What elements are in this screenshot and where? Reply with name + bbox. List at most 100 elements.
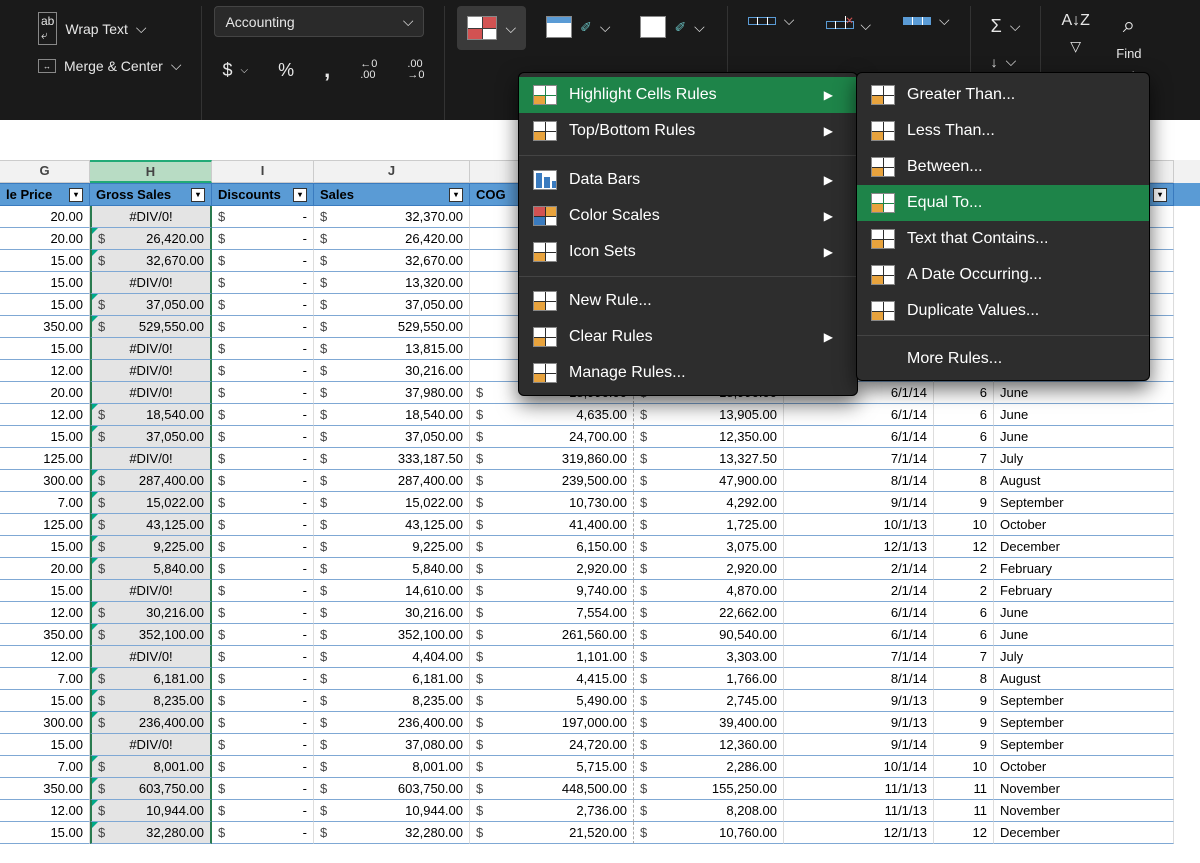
cell[interactable]: 15.00 (0, 294, 90, 316)
cell[interactable]: $4,404.00 (314, 646, 470, 668)
menu-item-more-rules[interactable]: More Rules... (857, 342, 1149, 376)
filter-dropdown-icon[interactable]: ▾ (191, 188, 205, 202)
cell[interactable]: $4,292.00 (634, 492, 784, 514)
cell[interactable]: $- (212, 778, 314, 800)
cell[interactable]: $24,700.00 (470, 426, 634, 448)
cell[interactable]: $- (212, 404, 314, 426)
cell[interactable]: $32,370.00 (314, 206, 470, 228)
cell[interactable]: 7.00 (0, 756, 90, 778)
cell[interactable]: October (994, 514, 1174, 536)
cell[interactable]: $13,327.50 (634, 448, 784, 470)
column-header-H[interactable]: H (90, 160, 212, 183)
cell[interactable]: $261,560.00 (470, 624, 634, 646)
cell[interactable]: $9,225.00 (314, 536, 470, 558)
format-table-button[interactable]: ✐ ⌵ (536, 6, 620, 48)
cell[interactable]: $3,303.00 (634, 646, 784, 668)
cell[interactable]: 7 (934, 646, 994, 668)
cell[interactable]: $- (212, 514, 314, 536)
cell[interactable]: $13,320.00 (314, 272, 470, 294)
cell[interactable]: $287,400.00 (314, 470, 470, 492)
cell[interactable]: 9 (934, 734, 994, 756)
cell[interactable]: 9/1/13 (784, 690, 934, 712)
cell[interactable]: 6 (934, 382, 994, 404)
menu-item-data-bars[interactable]: Data Bars▶ (519, 162, 857, 198)
cell[interactable]: $- (212, 646, 314, 668)
cell[interactable]: $43,125.00 (90, 514, 212, 536)
cell[interactable]: 12/1/13 (784, 536, 934, 558)
cell[interactable]: 6 (934, 426, 994, 448)
cell[interactable]: $3,075.00 (634, 536, 784, 558)
cell[interactable]: $32,280.00 (90, 822, 212, 844)
cell[interactable]: December (994, 536, 1174, 558)
cell[interactable]: 2 (934, 580, 994, 602)
cell[interactable]: 350.00 (0, 624, 90, 646)
cell[interactable]: 9/1/14 (784, 492, 934, 514)
cell[interactable]: $- (212, 470, 314, 492)
cell[interactable]: $8,235.00 (90, 690, 212, 712)
cell[interactable]: $8,235.00 (314, 690, 470, 712)
delete-button[interactable]: ⌵ (818, 6, 879, 44)
cell[interactable]: $30,216.00 (314, 360, 470, 382)
cell[interactable]: $4,415.00 (470, 668, 634, 690)
cell[interactable]: $- (212, 668, 314, 690)
format-button[interactable]: ⌵ (895, 6, 958, 35)
cell[interactable]: 15.00 (0, 580, 90, 602)
cell[interactable]: 12.00 (0, 800, 90, 822)
cell[interactable]: $- (212, 492, 314, 514)
cell[interactable]: 10/1/14 (784, 756, 934, 778)
cell[interactable]: 12/1/13 (784, 822, 934, 844)
cell[interactable]: November (994, 778, 1174, 800)
cell[interactable]: 8/1/14 (784, 470, 934, 492)
cell[interactable]: $10,944.00 (90, 800, 212, 822)
cell[interactable]: $10,760.00 (634, 822, 784, 844)
cell[interactable]: $37,050.00 (314, 294, 470, 316)
cell[interactable]: $5,840.00 (314, 558, 470, 580)
cell[interactable]: June (994, 404, 1174, 426)
cell[interactable]: $37,980.00 (314, 382, 470, 404)
cell[interactable]: August (994, 668, 1174, 690)
cell[interactable]: $- (212, 294, 314, 316)
cell[interactable]: $8,001.00 (314, 756, 470, 778)
cell[interactable]: $287,400.00 (90, 470, 212, 492)
cell[interactable]: $6,181.00 (314, 668, 470, 690)
cell[interactable]: $24,720.00 (470, 734, 634, 756)
cell[interactable]: 9/1/14 (784, 734, 934, 756)
cell[interactable]: $47,900.00 (634, 470, 784, 492)
cell[interactable]: $37,050.00 (90, 294, 212, 316)
cell[interactable]: $10,730.00 (470, 492, 634, 514)
accounting-format-button[interactable]: $ ⌵ (214, 54, 256, 87)
cell[interactable]: $8,001.00 (90, 756, 212, 778)
cell[interactable]: $7,554.00 (470, 602, 634, 624)
insert-button[interactable]: ⌵ (740, 6, 803, 35)
cell[interactable]: 11/1/13 (784, 778, 934, 800)
cell[interactable]: $37,050.00 (314, 426, 470, 448)
table-header-2[interactable]: Discounts▾ (212, 183, 314, 206)
cell[interactable]: 9 (934, 712, 994, 734)
merge-center-button[interactable]: ↔ Merge & Center ⌵ (30, 51, 189, 80)
cell[interactable]: 6 (934, 602, 994, 624)
conditional-formatting-button[interactable]: ⌵ (457, 6, 526, 50)
cell[interactable]: $- (212, 426, 314, 448)
cell[interactable]: $32,670.00 (90, 250, 212, 272)
cell[interactable]: $15,022.00 (90, 492, 212, 514)
cell[interactable]: October (994, 756, 1174, 778)
cell[interactable]: $12,350.00 (634, 426, 784, 448)
cell[interactable]: 7/1/14 (784, 646, 934, 668)
cell[interactable]: $9,740.00 (470, 580, 634, 602)
cell[interactable]: 300.00 (0, 712, 90, 734)
cell[interactable]: June (994, 426, 1174, 448)
menu-item-between[interactable]: Between... (857, 149, 1149, 185)
filter-dropdown-icon[interactable]: ▾ (449, 188, 463, 202)
cell[interactable]: $333,187.50 (314, 448, 470, 470)
cell[interactable]: $9,225.00 (90, 536, 212, 558)
cell[interactable]: 12.00 (0, 646, 90, 668)
cell[interactable]: 6/1/14 (784, 404, 934, 426)
cell[interactable]: $319,860.00 (470, 448, 634, 470)
menu-item-a-date-occurring[interactable]: A Date Occurring... (857, 257, 1149, 293)
cell[interactable]: $- (212, 558, 314, 580)
table-header-0[interactable]: le Price▾ (0, 183, 90, 206)
cell[interactable]: $26,420.00 (90, 228, 212, 250)
cell[interactable]: $- (212, 800, 314, 822)
cell[interactable]: September (994, 734, 1174, 756)
cell[interactable]: $2,745.00 (634, 690, 784, 712)
